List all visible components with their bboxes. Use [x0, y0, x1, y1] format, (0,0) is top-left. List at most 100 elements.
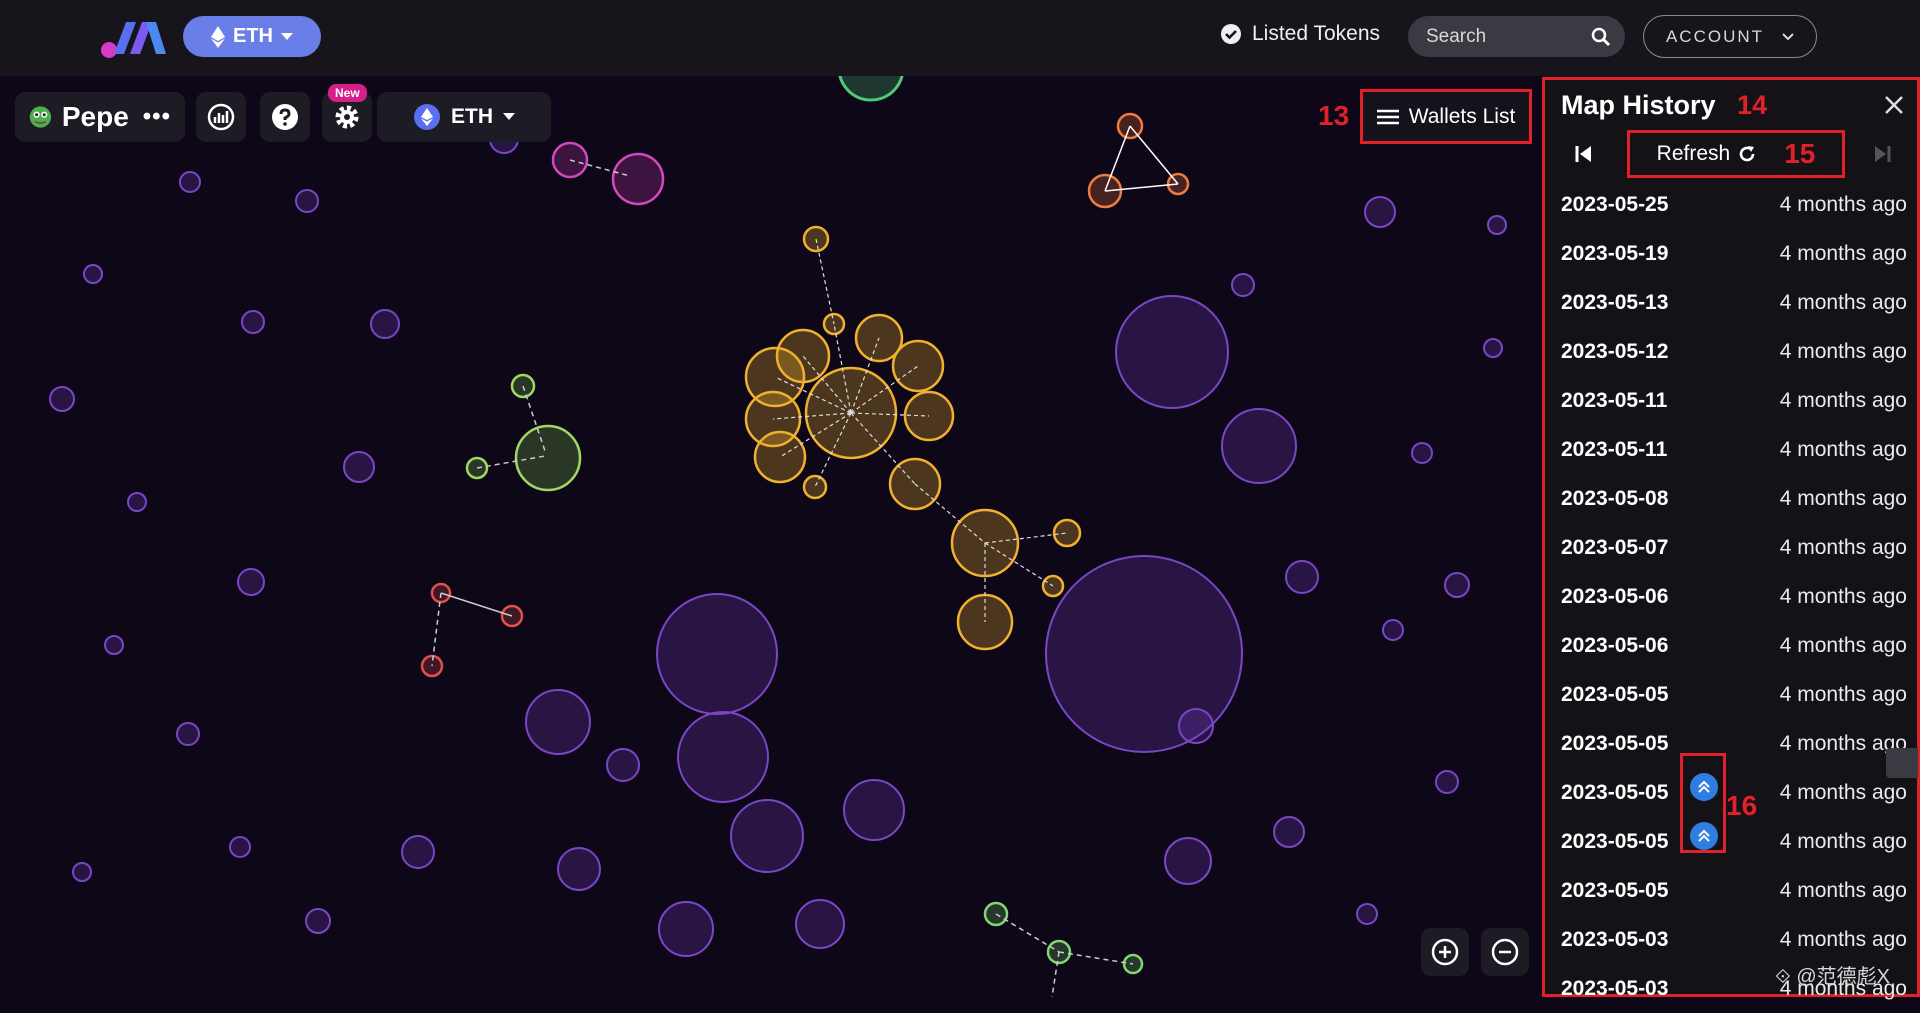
annotation-13: 13	[1318, 100, 1350, 131]
history-relative-time: 4 months ago	[1779, 339, 1907, 363]
annotation-16: 16	[1726, 790, 1758, 821]
history-row[interactable]: 2023-05-06 4 months ago	[1545, 572, 1917, 621]
refresh-button[interactable]: Refresh 15	[1627, 130, 1845, 178]
annotation-14: 14	[1737, 90, 1768, 120]
annotation-15: 15	[1784, 138, 1816, 169]
map-history-panel: Map History 14 Refresh 15 2023-05-25 4 mo…	[1542, 77, 1920, 1000]
refresh-label: Refresh	[1656, 142, 1731, 165]
search-icon[interactable]	[1591, 27, 1611, 47]
history-date: 2023-05-25	[1561, 192, 1669, 216]
double-chevron-up-icon	[1698, 829, 1710, 842]
history-relative-time: 4 months ago	[1779, 682, 1907, 706]
chevron-down-icon	[1782, 32, 1794, 40]
wallets-list-button[interactable]: Wallets List	[1360, 89, 1532, 144]
pepe-token-icon	[29, 106, 52, 128]
history-date: 2023-05-06	[1561, 584, 1669, 608]
token-selector[interactable]: Pepe •••	[15, 92, 185, 142]
history-date: 2023-05-05	[1561, 780, 1669, 804]
history-date: 2023-05-13	[1561, 290, 1669, 314]
history-relative-time: 4 months ago	[1779, 927, 1907, 951]
refresh-icon	[1739, 146, 1755, 162]
watermark: ⟐ @范德彪X	[1775, 966, 1890, 988]
history-date: 2023-05-05	[1561, 731, 1669, 755]
top-navigation-bar: ETH Listed Tokens ACCOUNT	[0, 0, 1920, 76]
history-date: 2023-05-08	[1561, 486, 1669, 510]
network-label: ETH	[451, 105, 493, 128]
caret-down-icon	[281, 32, 293, 40]
history-row[interactable]: 2023-05-19 4 months ago	[1545, 229, 1917, 278]
bubblemaps-logo-icon[interactable]	[100, 14, 170, 60]
listed-tokens-label: Listed Tokens	[1252, 22, 1381, 45]
history-list: 2023-05-25 4 months ago 2023-05-19 4 months…	[1545, 180, 1917, 1013]
skip-last-icon[interactable]	[1873, 144, 1891, 164]
skip-first-icon[interactable]	[1575, 144, 1593, 164]
history-row[interactable]: 2023-05-11 4 months ago	[1545, 376, 1917, 425]
history-date: 2023-05-06	[1561, 633, 1669, 657]
history-date: 2023-05-11	[1561, 437, 1668, 461]
zoom-out-button[interactable]	[1481, 928, 1529, 976]
history-date: 2023-05-05	[1561, 878, 1669, 902]
chart-icon	[207, 103, 235, 131]
network-selector-button[interactable]: ETH	[377, 92, 551, 142]
history-relative-time: 4 months ago	[1779, 290, 1907, 314]
ethereum-icon	[414, 104, 440, 130]
more-options-icon[interactable]: •••	[143, 103, 171, 131]
gear-icon	[335, 105, 359, 129]
chain-label: ETH	[233, 25, 273, 47]
close-icon[interactable]	[1883, 94, 1905, 116]
history-date: 2023-05-05	[1561, 682, 1669, 706]
account-label: ACCOUNT	[1665, 26, 1765, 46]
history-date: 2023-05-12	[1561, 339, 1669, 363]
listed-tokens-link[interactable]: Listed Tokens	[1220, 22, 1380, 46]
history-date: 2023-05-05	[1561, 829, 1669, 853]
double-chevron-up-icon	[1698, 780, 1710, 793]
verified-badge-icon	[1221, 24, 1241, 44]
history-row[interactable]: 2023-05-05 4 months ago	[1545, 670, 1917, 719]
history-relative-time: 4 months ago	[1779, 878, 1907, 902]
zoom-in-button[interactable]	[1421, 928, 1469, 976]
history-date: 2023-05-07	[1561, 535, 1669, 559]
history-row[interactable]: 2023-05-07 4 months ago	[1545, 523, 1917, 572]
history-relative-time: 4 months ago	[1779, 584, 1907, 608]
wallets-list-label: Wallets List	[1408, 104, 1516, 128]
history-date: 2023-05-19	[1561, 241, 1669, 265]
ethereum-icon	[211, 25, 225, 48]
caret-down-icon	[503, 113, 515, 120]
upgrade-badge-icon[interactable]	[1690, 822, 1718, 850]
history-relative-time: 4 months ago	[1779, 388, 1907, 412]
search-box	[1408, 16, 1625, 57]
history-row[interactable]: 2023-05-25 4 months ago	[1545, 180, 1917, 229]
history-relative-time: 4 months ago	[1779, 829, 1907, 853]
search-input[interactable]	[1424, 24, 1588, 49]
bubble-map[interactable]	[0, 76, 1542, 997]
history-date: 2023-05-11	[1561, 388, 1668, 412]
history-row[interactable]: 2023-05-05 4 months ago	[1545, 817, 1917, 866]
history-row[interactable]: 2023-05-12 4 months ago	[1545, 327, 1917, 376]
history-row[interactable]: 2023-05-03 4 months ago	[1545, 915, 1917, 964]
history-relative-time: 4 months ago	[1779, 192, 1907, 216]
map-history-title-text: Map History	[1561, 90, 1716, 120]
side-scroll-tab[interactable]	[1886, 748, 1918, 778]
bubble-map-canvas[interactable]	[0, 76, 1542, 997]
history-relative-time: 4 months ago	[1779, 535, 1907, 559]
history-row[interactable]: 2023-05-13 4 months ago	[1545, 278, 1917, 327]
zoom-out-icon	[1491, 938, 1519, 966]
help-button[interactable]	[260, 92, 310, 142]
history-row[interactable]: 2023-05-05 4 months ago	[1545, 866, 1917, 915]
history-row[interactable]: 2023-05-08 4 months ago	[1545, 474, 1917, 523]
history-row[interactable]: 2023-05-11 4 months ago	[1545, 425, 1917, 474]
history-row[interactable]: 2023-05-06 4 months ago	[1545, 621, 1917, 670]
history-row[interactable]: 2023-05-05 4 months ago	[1545, 719, 1917, 768]
token-name: Pepe	[61, 101, 129, 132]
chart-button[interactable]	[196, 92, 246, 142]
account-dropdown-button[interactable]: ACCOUNT	[1643, 15, 1817, 58]
history-relative-time: 4 months ago	[1779, 437, 1907, 461]
history-relative-time: 4 months ago	[1779, 486, 1907, 510]
upgrade-badge-icon[interactable]	[1690, 773, 1718, 801]
help-icon	[272, 104, 298, 130]
zoom-in-icon	[1431, 938, 1459, 966]
history-date: 2023-05-03	[1561, 927, 1669, 951]
new-badge: New	[328, 84, 367, 102]
chain-selector-button[interactable]: ETH	[183, 16, 321, 57]
history-relative-time: 4 months ago	[1779, 633, 1907, 657]
